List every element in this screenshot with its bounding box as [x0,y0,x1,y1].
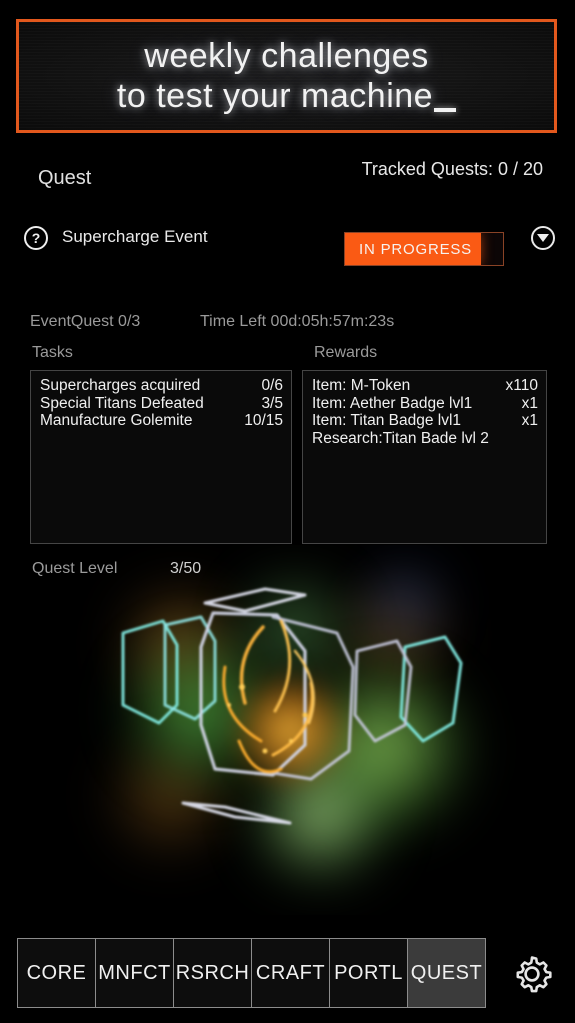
reward-row: Item: Aether Badge lvl1 x1 [312,395,538,413]
task-row: Supercharges acquired 0/6 [40,377,283,395]
nav-tab-rsrch[interactable]: RSRCH [173,938,252,1008]
reward-row: Item: Titan Badge lvl1 x1 [312,412,538,430]
nav-tab-mnfct[interactable]: MNFCT [95,938,174,1008]
reward-label: Item: M-Token [312,377,411,394]
quest-level-label: Quest Level [32,560,118,577]
chevron-down-icon[interactable] [531,226,555,250]
chevron-down-glyph [537,234,549,242]
title-banner: weekly challenges to test your machine [16,19,557,133]
bottom-navigation-bar: CORE MNFCT RSRCH CRAFT PORTL QUEST [17,938,486,1008]
nav-tab-quest[interactable]: QUEST [407,938,486,1008]
tracked-quests-counter: Tracked Quests: 0 / 20 [361,159,543,179]
task-label: Special Titans Defeated [40,394,204,412]
event-status-progress-bar[interactable]: IN PROGRESS [344,232,504,266]
task-label: Manufacture Golemite [40,412,193,429]
nav-tab-label: QUEST [410,961,483,984]
rewards-panel: Item: M-Token x110 Item: Aether Badge lv… [302,370,547,544]
reward-label: Research:Titan Bade lvl 2 [312,429,489,447]
time-left-counter: Time Left 00d:05h:57m:23s [200,313,395,330]
nav-tab-label: CORE [26,961,87,984]
nav-tab-label: MNFCT [98,961,171,984]
tasks-section-label: Tasks [32,344,73,361]
task-value: 10/15 [244,412,283,429]
event-name-label: Supercharge Event [62,227,208,246]
reward-value: x1 [521,412,538,429]
nav-tab-label: CRAFT [255,961,326,984]
machine-wireframe-icon [121,587,463,825]
nav-tab-label: RSRCH [175,961,250,984]
gear-glyph [516,956,552,993]
question-mark-icon[interactable]: ? [24,226,48,250]
gear-icon[interactable] [510,952,554,996]
task-row: Manufacture Golemite 10/15 [40,412,283,430]
reward-row: Item: M-Token x110 [312,377,538,395]
nav-tab-core[interactable]: CORE [17,938,96,1008]
banner-line-1: weekly challenges [144,37,429,75]
reward-label: Item: Aether Badge lvl1 [312,394,473,412]
event-quest-counter: EventQuest 0/3 [30,313,141,330]
reward-row: Research:Titan Bade lvl 2 [312,430,538,448]
task-row: Special Titans Defeated 3/5 [40,395,283,413]
event-status-label: IN PROGRESS [359,240,472,258]
quest-level-value: 3/50 [170,560,202,577]
nebula-glow [105,555,475,905]
task-value: 0/6 [261,377,283,394]
typing-caret-icon [434,108,457,112]
machine-nebula-graphic [0,545,575,915]
tasks-panel: Supercharges acquired 0/6 Special Titans… [30,370,292,544]
task-label: Supercharges acquired [40,377,201,394]
task-value: 3/5 [261,394,283,412]
nav-tab-craft[interactable]: CRAFT [251,938,330,1008]
nav-tab-portl[interactable]: PORTL [329,938,408,1008]
reward-label: Item: Titan Badge lvl1 [312,412,462,429]
reward-value: x1 [521,394,538,412]
banner-line-2-text: to test your machine [116,77,434,115]
reward-value: x110 [505,377,538,394]
banner-line-2: to test your machine [116,76,457,116]
rewards-section-label: Rewards [314,344,378,361]
page-title: Quest [38,167,92,189]
nav-tab-label: PORTL [334,961,403,984]
